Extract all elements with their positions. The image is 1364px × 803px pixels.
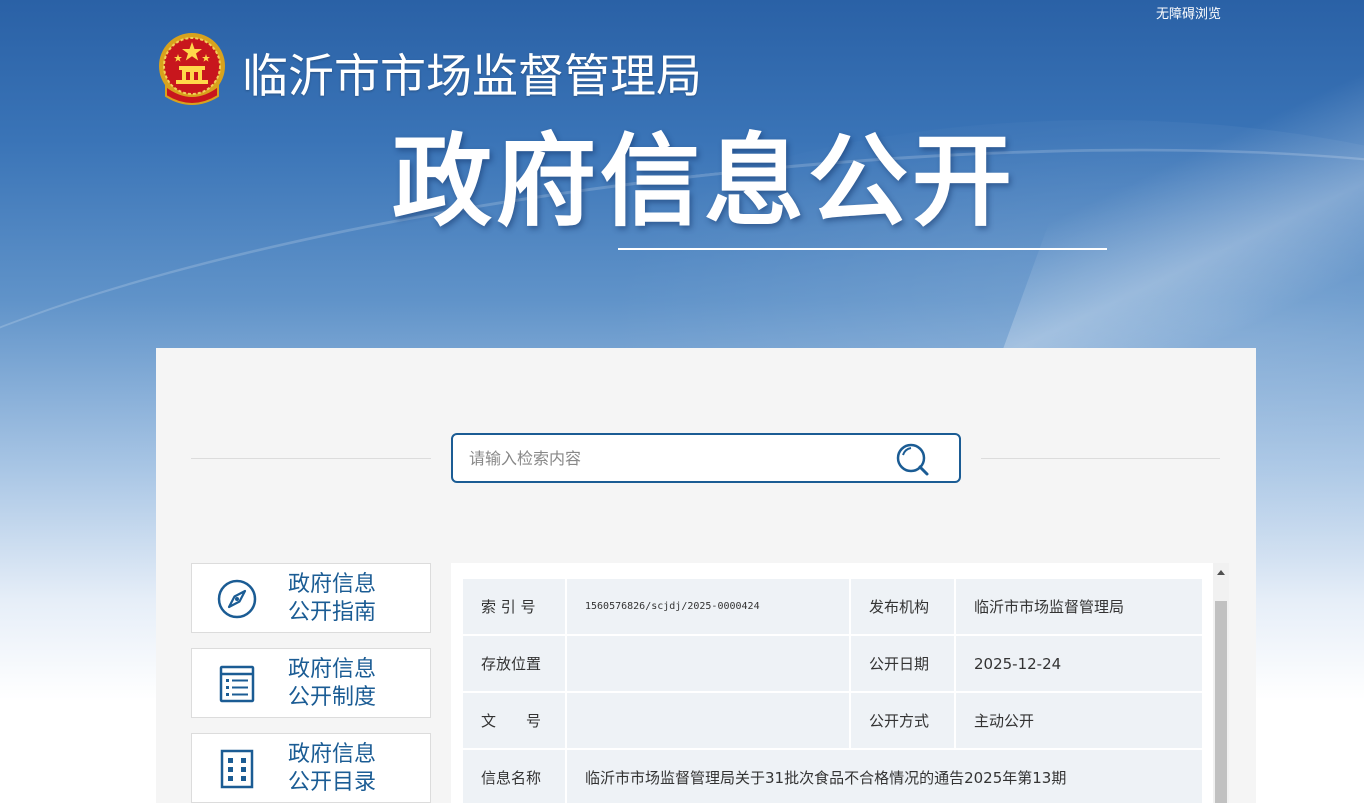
- storage-location-value: [565, 634, 851, 693]
- hero-title: 政府信息公开: [392, 123, 1016, 240]
- publish-date-label: 公开日期: [849, 634, 956, 693]
- search-input[interactable]: [469, 445, 889, 471]
- publisher-value: 临沂市市场监督管理局: [954, 577, 1204, 636]
- sidebar-item-guide[interactable]: 政府信息 公开指南: [191, 563, 431, 633]
- disclosure-method-label: 公开方式: [849, 691, 956, 750]
- search-divider-right: [981, 458, 1220, 459]
- document-number-value: [565, 691, 851, 750]
- search-divider-left: [191, 458, 431, 459]
- index-number-label: 索 引 号: [461, 577, 567, 636]
- info-name-value: 临沂市市场监督管理局关于31批次食品不合格情况的通告2025年第13期: [565, 748, 1204, 803]
- detail-scrollbar[interactable]: [1213, 563, 1229, 803]
- info-detail-table: 索 引 号 1560576826/scjdj/2025-0000424 发布机构…: [461, 577, 1204, 803]
- table-row: 存放位置 公开日期 2025-12-24: [461, 634, 1204, 693]
- info-detail-panel: 索 引 号 1560576826/scjdj/2025-0000424 发布机构…: [451, 563, 1229, 803]
- sidebar-item-label: 政府信息 公开制度: [288, 657, 377, 710]
- sidebar-item-label: 政府信息 公开目录: [288, 742, 377, 795]
- accessibility-link[interactable]: 无障碍浏览: [1156, 3, 1221, 22]
- sidebar-item-system[interactable]: 政府信息 公开制度: [191, 648, 431, 718]
- document-list-icon: [219, 665, 255, 703]
- catalog-grid-icon: [220, 749, 254, 789]
- scroll-up-arrow-icon[interactable]: [1213, 563, 1229, 583]
- hero-underline: [618, 248, 1107, 250]
- info-name-label: 信息名称: [461, 748, 567, 803]
- national-emblem-icon: [159, 33, 225, 105]
- compass-icon: [217, 579, 257, 619]
- publisher-label: 发布机构: [849, 577, 956, 636]
- index-number-value: 1560576826/scjdj/2025-0000424: [565, 577, 851, 636]
- sidebar-item-catalog[interactable]: 政府信息 公开目录: [191, 733, 431, 803]
- search-box: [451, 433, 961, 483]
- table-row: 索 引 号 1560576826/scjdj/2025-0000424 发布机构…: [461, 577, 1204, 636]
- sidebar-item-label: 政府信息 公开指南: [288, 572, 377, 625]
- scrollbar-thumb[interactable]: [1215, 601, 1227, 803]
- storage-location-label: 存放位置: [461, 634, 567, 693]
- table-row: 信息名称 临沂市市场监督管理局关于31批次食品不合格情况的通告2025年第13期: [461, 748, 1204, 803]
- site-title: 临沂市市场监督管理局: [242, 49, 702, 103]
- publish-date-value: 2025-12-24: [954, 634, 1204, 693]
- table-row: 文 号 公开方式 主动公开: [461, 691, 1204, 750]
- document-number-label: 文 号: [461, 691, 567, 750]
- search-icon[interactable]: [893, 441, 933, 477]
- disclosure-method-value: 主动公开: [954, 691, 1204, 750]
